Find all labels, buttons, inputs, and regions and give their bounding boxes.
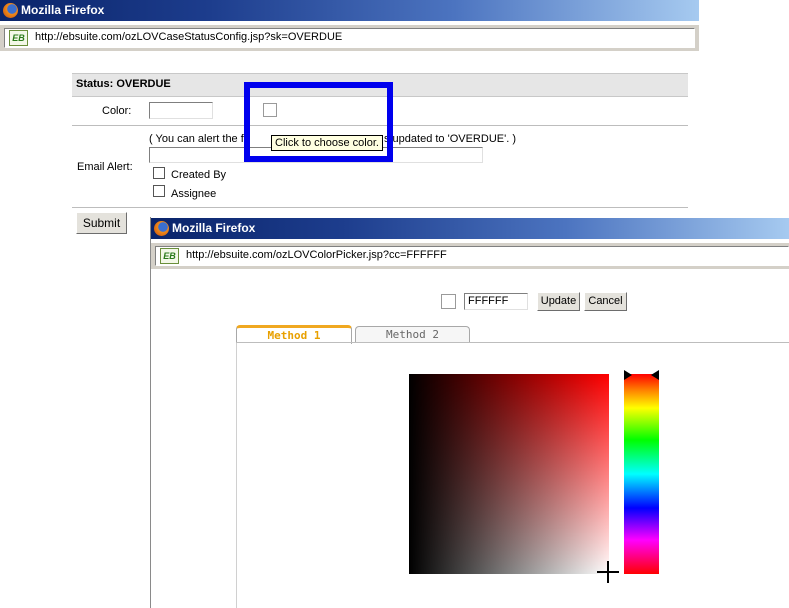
main-window-title: Mozilla Firefox — [21, 3, 105, 17]
created-by-label: Created By — [171, 169, 227, 181]
email-alert-label: Email Alert: — [77, 161, 133, 173]
color-hex-value: FFFFFF — [468, 295, 509, 307]
submit-button[interactable]: Submit — [76, 212, 127, 234]
site-icon: EB — [9, 30, 28, 46]
main-url-box[interactable]: EB http://ebsuite.com/ozLOVCaseStatusCon… — [4, 28, 695, 48]
tooltip: Click to choose color. — [271, 135, 383, 151]
update-button[interactable]: Update — [537, 292, 580, 311]
crosshair-cursor-icon — [597, 561, 619, 583]
current-color-swatch — [441, 294, 456, 309]
main-url-text[interactable]: http://ebsuite.com/ozLOVCaseStatusConfig… — [35, 31, 342, 43]
main-url-bar: EB http://ebsuite.com/ozLOVCaseStatusCon… — [0, 25, 699, 51]
hue-slider-right-arrow-icon[interactable] — [651, 370, 659, 380]
popup-url-text[interactable]: http://ebsuite.com/ozLOVColorPicker.jsp?… — [186, 249, 447, 261]
popup-window-title: Mozilla Firefox — [172, 221, 256, 235]
alert-note-end: s updated to 'OVERDUE'. ) — [384, 133, 516, 145]
color-hex-input[interactable]: FFFFFF — [464, 293, 528, 310]
assignee-label: Assignee — [171, 188, 217, 200]
status-title: Status: OVERDUE — [76, 78, 171, 90]
cancel-button[interactable]: Cancel — [584, 292, 627, 311]
color-palette[interactable] — [409, 374, 609, 574]
hue-slider[interactable] — [624, 374, 659, 574]
color-input[interactable] — [149, 102, 213, 119]
tab-underline — [236, 342, 789, 343]
popup-title-bar: Mozilla Firefox — [151, 218, 789, 239]
tab-body-border — [236, 343, 237, 608]
hue-slider-left-arrow-icon[interactable] — [624, 370, 632, 380]
assignee-checkbox[interactable] — [153, 185, 165, 197]
alert-note-start: ( You can alert the f — [149, 133, 244, 145]
popup-url-box[interactable]: EB http://ebsuite.com/ozLOVColorPicker.j… — [155, 246, 789, 266]
firefox-icon — [3, 3, 18, 18]
firefox-icon — [154, 221, 169, 236]
divider — [72, 207, 688, 208]
site-icon: EB — [160, 248, 179, 264]
popup-url-bar: EB http://ebsuite.com/ozLOVColorPicker.j… — [151, 243, 789, 269]
created-by-checkbox[interactable] — [153, 167, 165, 179]
color-label: Color: — [102, 105, 132, 117]
main-title-bar: Mozilla Firefox — [0, 0, 699, 21]
tab-method-2[interactable]: Method 2 — [355, 326, 470, 343]
